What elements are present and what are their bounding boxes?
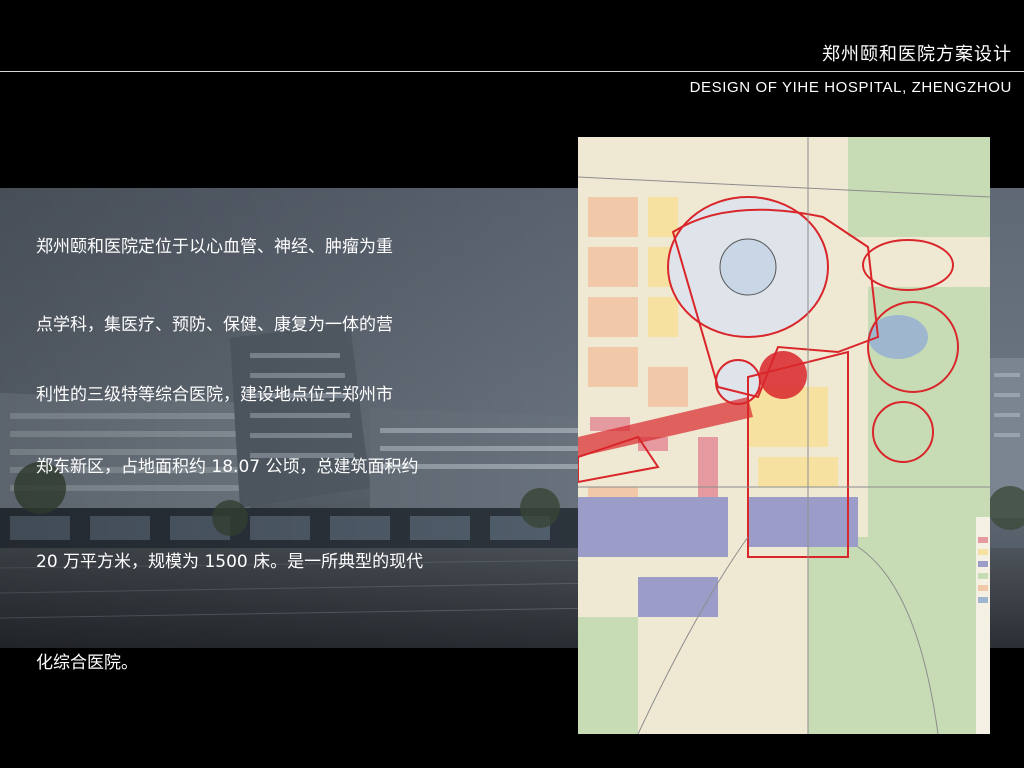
slide-title-english: DESIGN OF YIHE HOSPITAL, ZHENGZHOU [689, 79, 1012, 96]
slide: 郑州颐和医院方案设计 DESIGN OF YIHE HOSPITAL, ZHEN… [0, 0, 1024, 768]
slide-title-chinese: 郑州颐和医院方案设计 [822, 44, 1012, 65]
description-line: 郑东新区，占地面积约 18.07 公顷，总建筑面积约 [36, 457, 419, 477]
header-divider [0, 71, 1024, 72]
description-line: 利性的三级特等综合医院，建设地点位于郑州市 [36, 385, 393, 405]
description-line: 郑州颐和医院定位于以心血管、神经、肿瘤为重 [36, 237, 393, 257]
description-line: 化综合医院。 [36, 653, 138, 673]
description-line: 点学科，集医疗、预防、保健、康复为一体的营 [36, 315, 393, 335]
description-line: 20 万平方米，规模为 1500 床。是一所典型的现代 [36, 552, 424, 572]
master-plan-map-image [578, 137, 990, 734]
